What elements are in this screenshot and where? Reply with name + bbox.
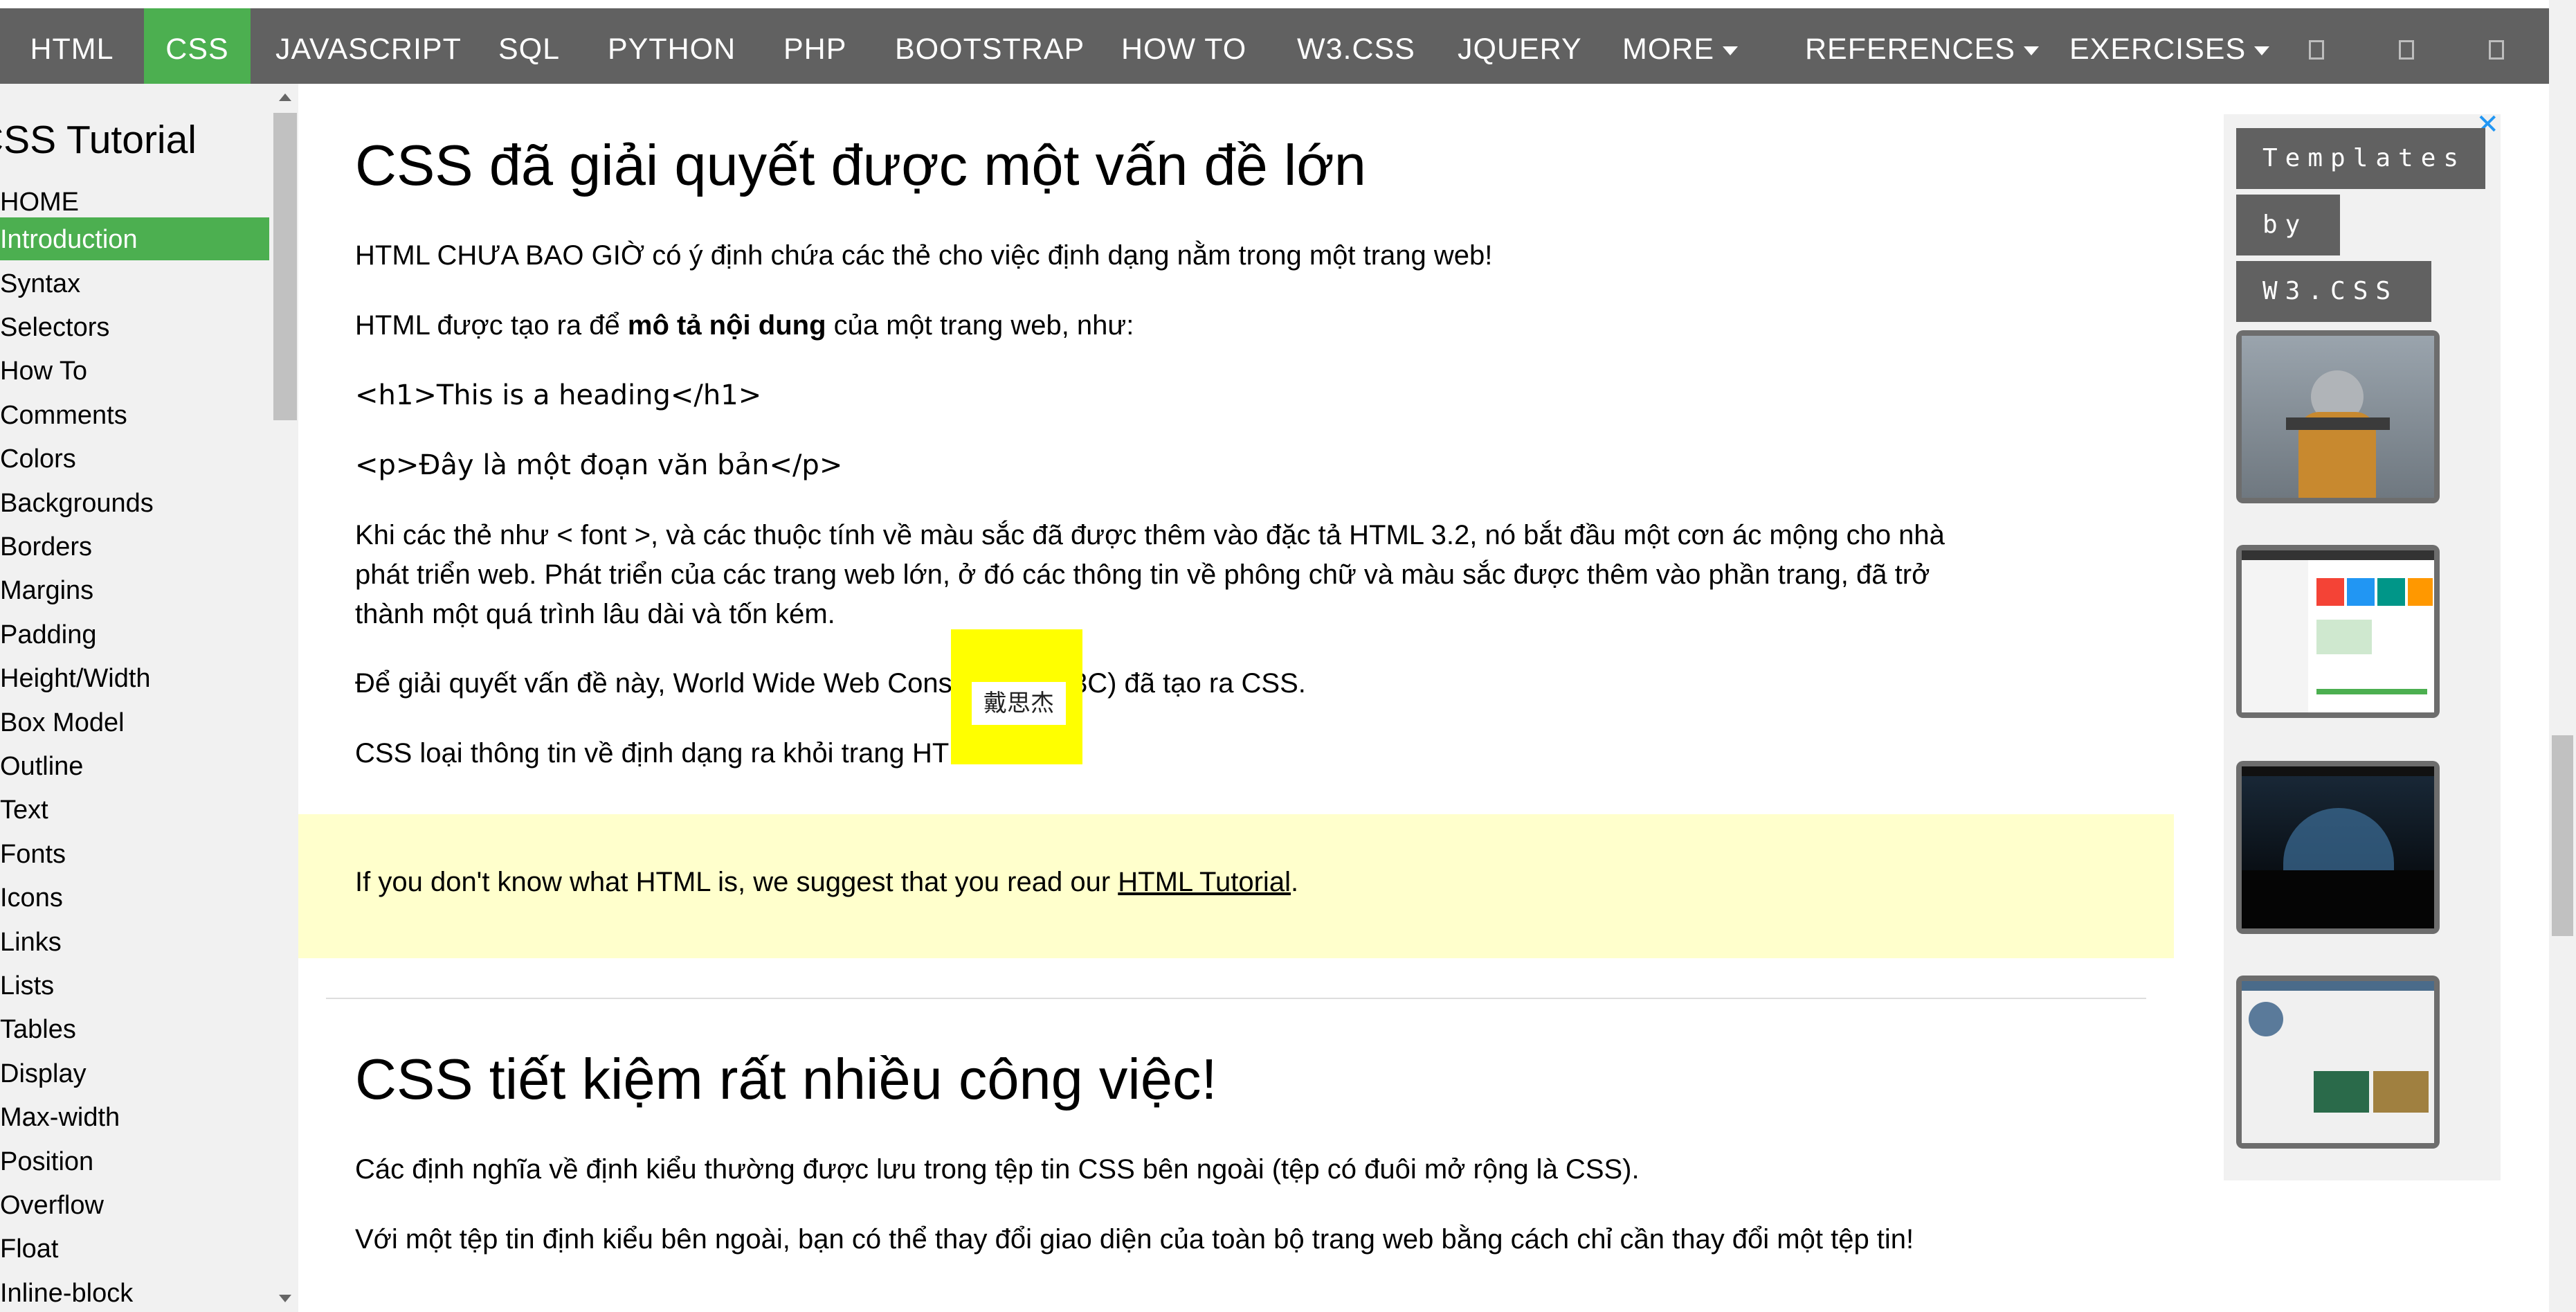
sidebar-item-tables[interactable]: Tables xyxy=(0,1007,269,1050)
nav-css[interactable]: CSS xyxy=(144,8,251,84)
template-thumbnail[interactable] xyxy=(2236,545,2440,718)
note-text-after: . xyxy=(1290,867,1299,897)
sidebar-item-backgrounds[interactable]: Backgrounds xyxy=(0,481,269,524)
sidebar-scrollbar[interactable] xyxy=(272,84,298,1312)
paragraph: CSS loại thông tin về định dạng ra khỏi … xyxy=(355,738,995,769)
template-thumbnail[interactable] xyxy=(2236,330,2440,503)
ad-tag-w3css: W3.CSS xyxy=(2236,261,2431,322)
nav-more-label: MORE xyxy=(1622,33,1714,66)
nav-html[interactable]: HTML xyxy=(0,8,144,84)
template-thumbnail[interactable] xyxy=(2236,976,2440,1149)
nav-more[interactable]: MORE xyxy=(1622,8,1738,84)
code-example: <h1>This is a heading</h1> xyxy=(355,379,762,411)
sidebar-item-lists[interactable]: Lists xyxy=(0,964,269,1007)
page-scrollbar-thumb[interactable] xyxy=(2552,735,2573,936)
sidebar-item-inline-block[interactable]: Inline-block xyxy=(0,1271,269,1312)
sidebar-item-home[interactable]: HOME xyxy=(0,180,269,223)
paragraph-text: của một trang web, như: xyxy=(826,310,1134,341)
paragraph: Với một tệp tin định kiểu bên ngoài, bạn… xyxy=(355,1224,1914,1255)
sidebar-item-text[interactable]: Text xyxy=(0,788,269,831)
main-content: CSS đã giải quyết được một vấn đề lớn HT… xyxy=(298,84,2174,1312)
paragraph: Các định nghĩa về định kiểu thường được … xyxy=(355,1154,1640,1185)
nav-references-label: REFERENCES xyxy=(1805,33,2015,66)
nav-icon-1[interactable] xyxy=(2309,40,2324,60)
paragraph: HTML CHƯA BAO GIỜ có ý định chứa các thẻ… xyxy=(355,240,1493,271)
sidebar-item-selectors[interactable]: Selectors xyxy=(0,305,269,348)
sidebar-item-how-to[interactable]: How To xyxy=(0,349,269,392)
overlay-label: 戴思杰 xyxy=(972,682,1066,725)
nav-exercises[interactable]: EXERCISES xyxy=(2069,8,2270,84)
ad-tag-by: by xyxy=(2236,195,2340,255)
section-heading: CSS đã giải quyết được một vấn đề lớn xyxy=(355,133,1366,197)
template-thumbnail[interactable] xyxy=(2236,761,2440,934)
sidebar-item-display[interactable]: Display xyxy=(0,1052,269,1095)
paragraph-line: Khi các thẻ như < font >, và các thuộc t… xyxy=(355,520,1945,550)
paragraph: Khi các thẻ như < font >, và các thuộc t… xyxy=(355,516,2085,634)
nav-icon-3[interactable] xyxy=(2489,40,2504,60)
right-column: ✕ Templates by W3.CSS xyxy=(2174,84,2548,1312)
sidebar-item-max-width[interactable]: Max-width xyxy=(0,1095,269,1138)
nav-how-to[interactable]: HOW TO xyxy=(1121,8,1246,84)
paragraph-line: thành một quá trình lâu dài và tốn kém. xyxy=(355,599,835,629)
section-heading: CSS tiết kiệm rất nhiều công việc! xyxy=(355,1047,1217,1111)
sidebar: CSS Tutorial HOME Introduction Syntax Se… xyxy=(0,84,272,1312)
sidebar-item-borders[interactable]: Borders xyxy=(0,525,269,568)
highlight-overlay: 戴思杰 xyxy=(951,629,1082,764)
sidebar-item-box-model[interactable]: Box Model xyxy=(0,701,269,744)
sidebar-item-colors[interactable]: Colors xyxy=(0,437,269,480)
page-scrollbar[interactable] xyxy=(2549,0,2576,1312)
sidebar-item-syntax[interactable]: Syntax xyxy=(0,262,269,305)
sidebar-item-outline[interactable]: Outline xyxy=(0,744,269,787)
chevron-down-icon xyxy=(2023,46,2039,56)
paragraph-text: HTML được tạo ra để xyxy=(355,310,628,341)
ad-tag-templates: Templates xyxy=(2236,128,2485,189)
nav-bootstrap[interactable]: BOOTSTRAP xyxy=(895,8,1085,84)
nav-php[interactable]: PHP xyxy=(783,8,846,84)
scroll-up-arrow-icon[interactable] xyxy=(279,93,291,101)
nav-references[interactable]: REFERENCES xyxy=(1805,8,2039,84)
chevron-down-icon xyxy=(1723,46,1738,56)
sidebar-item-margins[interactable]: Margins xyxy=(0,568,269,611)
section-divider xyxy=(326,998,2146,999)
paragraph: HTML được tạo ra để mô tả nội dung của m… xyxy=(355,306,2085,345)
note-panel: If you don't know what HTML is, we sugge… xyxy=(298,814,2174,958)
note-text-before: If you don't know what HTML is, we sugge… xyxy=(355,867,1118,897)
nav-jquery[interactable]: JQUERY xyxy=(1458,8,1582,84)
scroll-down-arrow-icon[interactable] xyxy=(279,1295,291,1302)
sidebar-item-links[interactable]: Links xyxy=(0,920,269,963)
code-example: <p>Đây là một đoạn văn bản</p> xyxy=(355,449,843,481)
nav-icon-2[interactable] xyxy=(2399,40,2414,60)
nav-javascript[interactable]: JAVASCRIPT xyxy=(275,8,462,84)
sidebar-item-overflow[interactable]: Overflow xyxy=(0,1183,269,1226)
note-text: If you don't know what HTML is, we sugge… xyxy=(355,863,2085,902)
bold-text: mô tả nội dung xyxy=(627,310,826,341)
nav-python[interactable]: PYTHON xyxy=(608,8,736,84)
sidebar-item-comments[interactable]: Comments xyxy=(0,393,269,436)
paragraph-line: phát triển web. Phát triển của các trang… xyxy=(355,559,1930,590)
nav-sql[interactable]: SQL xyxy=(498,8,560,84)
sidebar-item-position[interactable]: Position xyxy=(0,1140,269,1183)
nav-w3css[interactable]: W3.CSS xyxy=(1297,8,1415,84)
sidebar-item-fonts[interactable]: Fonts xyxy=(0,832,269,875)
html-tutorial-link[interactable]: HTML Tutorial xyxy=(1118,867,1291,897)
top-navigation-bar: HTML CSS JAVASCRIPT SQL PYTHON PHP BOOTS… xyxy=(0,8,2549,84)
sidebar-item-icons[interactable]: Icons xyxy=(0,876,269,919)
sidebar-title: CSS Tutorial xyxy=(0,118,197,162)
sidebar-scrollbar-thumb[interactable] xyxy=(273,113,297,420)
nav-exercises-label: EXERCISES xyxy=(2069,33,2247,66)
sidebar-item-float[interactable]: Float xyxy=(0,1227,269,1270)
chevron-down-icon xyxy=(2254,46,2270,56)
sidebar-item-height-width[interactable]: Height/Width xyxy=(0,656,269,699)
sidebar-item-introduction[interactable]: Introduction xyxy=(0,217,269,260)
paragraph: Để giải quyết vấn đề này, World Wide Web… xyxy=(355,668,1306,699)
advertisement[interactable]: ✕ Templates by W3.CSS xyxy=(2224,109,2501,1180)
sidebar-item-padding[interactable]: Padding xyxy=(0,613,269,656)
